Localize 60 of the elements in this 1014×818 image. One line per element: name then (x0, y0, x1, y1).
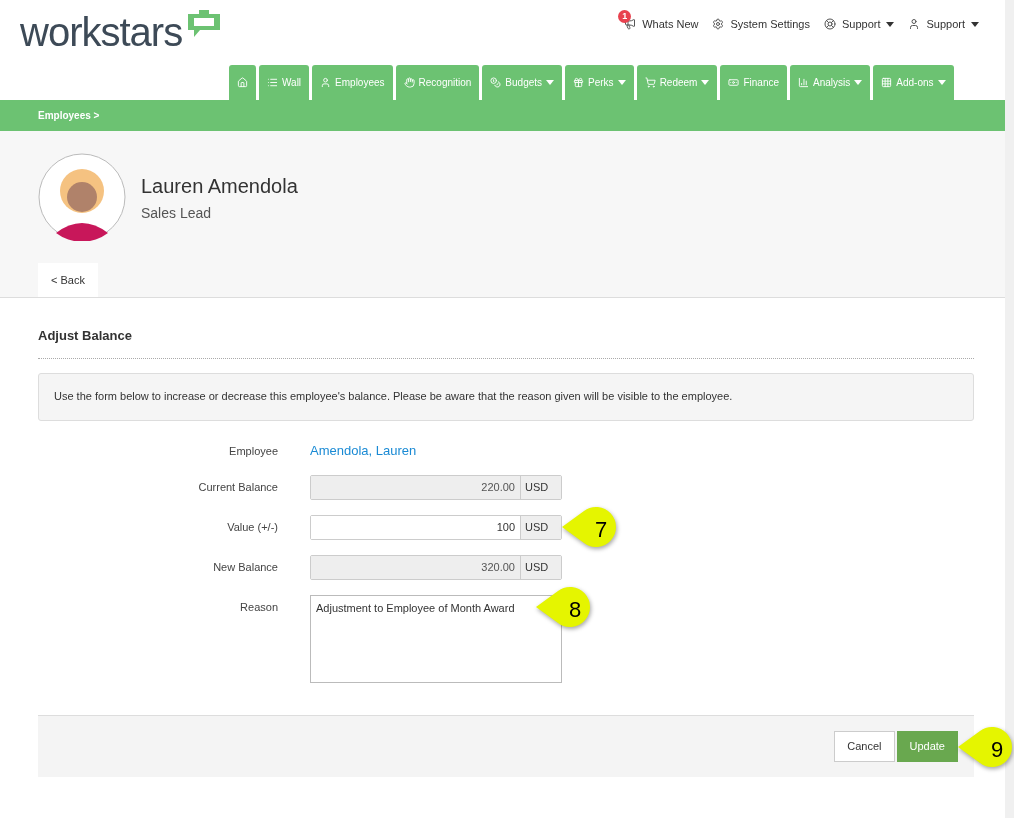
banknote-icon (728, 77, 740, 88)
breadcrumb[interactable]: Employees > (38, 108, 100, 123)
nav-tab[interactable]: Redeem (636, 65, 718, 100)
header-link[interactable]: 1 Whats New (618, 10, 699, 33)
reason-textarea[interactable]: Adjustment to Employee of Month Award (310, 595, 562, 683)
caret-icon (937, 80, 946, 85)
field-label: Reason (239, 600, 278, 615)
caret-icon (701, 80, 710, 85)
currency-addon: USD (520, 556, 561, 579)
info-notice: Use the form below to increase or decrease this employee's balance. Please be aware that the reason given will be visible to the employee. (38, 372, 974, 421)
bar-chart-icon (798, 77, 809, 88)
employee-role: Sales Lead (141, 203, 213, 223)
update-button[interactable]: Update (896, 731, 958, 762)
gift-icon (573, 77, 585, 88)
nav-tab[interactable]: Wall (259, 65, 310, 100)
grid-icon (881, 77, 893, 88)
caret-icon (546, 80, 555, 85)
callout-marker: 9 (958, 724, 1014, 769)
employee-name: Lauren Amendola (141, 173, 298, 199)
nav-tab[interactable]: Employees (312, 65, 393, 100)
header-link[interactable]: Support (823, 10, 895, 33)
nav-tab[interactable]: Add-ons (873, 65, 954, 100)
list-icon (267, 77, 278, 88)
notification-badge: 1 (618, 10, 632, 23)
currency-addon: USD (520, 516, 561, 539)
nav-tab[interactable]: Finance (720, 65, 787, 100)
megaphone-icon (624, 18, 637, 31)
logo-wordmark: workstars (20, 10, 183, 54)
header-link[interactable]: System Settings (712, 10, 810, 33)
caret-icon (886, 21, 895, 27)
section-title: Adjust Balance (38, 326, 974, 359)
field-label: Current Balance (197, 480, 278, 495)
caret-icon (617, 80, 626, 85)
header-link[interactable]: Support (908, 10, 979, 33)
lifebuoy-icon (823, 18, 836, 31)
user-icon (320, 77, 332, 88)
nav-tab[interactable]: Analysis (790, 65, 871, 100)
nav-tab[interactable]: Budgets (482, 65, 563, 100)
nav-tab[interactable]: Recognition (395, 65, 480, 100)
logo-speech-bubble-icon (186, 10, 223, 38)
back-tab[interactable]: < Back (38, 263, 98, 297)
nav-tab[interactable]: Perks (565, 65, 634, 100)
coins-icon (490, 77, 502, 88)
cart-icon (644, 77, 656, 88)
hand-icon (403, 77, 415, 88)
user-icon (908, 18, 921, 31)
cancel-button[interactable]: Cancel (834, 731, 895, 762)
caret-icon (854, 80, 863, 85)
settings-icon (712, 18, 725, 31)
field-label: Value (+/-) (226, 520, 278, 535)
readonly-amount-field: 220.00 USD (310, 475, 562, 500)
field-label: Employee (228, 443, 278, 459)
value-field[interactable]: 100 USD (310, 515, 562, 540)
currency-addon: USD (520, 476, 561, 499)
nav-tab[interactable] (229, 65, 256, 100)
caret-icon (971, 21, 979, 27)
home-icon (237, 77, 248, 88)
readonly-amount-field: 320.00 USD (310, 555, 562, 580)
employee-link[interactable]: Amendola, Lauren (310, 438, 417, 460)
field-label: New Balance (212, 560, 278, 575)
